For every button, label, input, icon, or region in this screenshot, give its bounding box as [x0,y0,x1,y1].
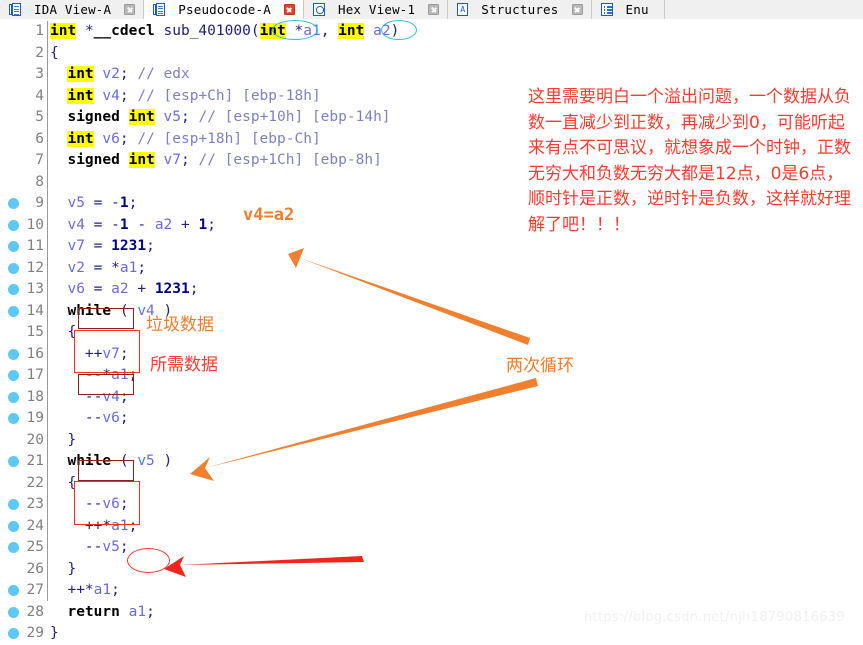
line-number: 12 [26,259,44,276]
line-number: 11 [26,238,44,254]
line-number: 1 [35,23,44,39]
line-number: 27 [26,582,44,598]
line-source: v6 = a2 + 1231; [67,281,199,297]
line-number: 21 [26,453,44,469]
tab-pseudocode-a[interactable]: Pseudocode-A [144,0,304,19]
tab-ida-view-a[interactable]: IDA View-A [0,0,145,19]
line-source: v5 = -1; [67,195,138,211]
line-number: 9 [35,195,44,211]
close-icon[interactable] [124,4,136,15]
line-number: 15 [26,324,44,340]
tab-label: Structures [481,2,559,17]
tab-structures[interactable]: A Structures [448,0,592,19]
line-number: 6 [35,130,44,147]
line-source: ++*a1; [67,582,120,598]
line-number: 16 [26,345,44,362]
close-icon[interactable] [428,4,440,15]
line-source: int *__cdecl sub_401000(int *a1, int a2) [50,23,400,39]
line-source: int v6; // [esp+18h] [ebp-Ch] [67,130,321,147]
tab-bar: IDA View-A Pseudocode-A Hex View-1 A Str… [0,0,863,20]
line-source: while ( v4 ) [67,302,173,319]
tab-label: Pseudocode-A [178,1,271,17]
line-number: 4 [35,87,44,104]
tab-enums[interactable]: Enu [591,0,665,19]
line-source: v7 = 1231; [67,238,155,254]
line-number: 29 [26,625,44,641]
line-source: --v6; [84,496,129,512]
gutter-divider [47,21,48,601]
tab-label: Hex View-1 [337,2,416,17]
line-number: 19 [26,410,44,426]
document-icon [9,3,21,16]
line-source: signed int v5; // [esp+10h] [ebp-14h] [67,109,391,125]
line-source: ++*a1; [84,517,138,534]
line-source: int v4; // [esp+Ch] [ebp-18h] [67,87,321,104]
structures-icon: A [457,3,469,16]
line-number: 28 [26,603,44,620]
enums-icon [600,3,613,16]
document-icon [153,2,166,16]
line-source: int v2; // edx [67,66,190,82]
line-source: while ( v5 ) [67,453,173,469]
hex-view-icon [312,3,325,16]
line-number: 23 [26,496,44,512]
close-icon[interactable] [283,3,295,15]
line-number: 7 [35,152,44,168]
line-source: } [67,431,77,448]
line-source: --*a1; [84,367,138,383]
line-number: 2 [35,44,44,61]
line-source: { [67,324,77,340]
line-number: 26 [26,560,44,577]
line-source: ++v7; [84,345,129,362]
tab-label: Enu [625,2,649,17]
line-source: { [50,44,59,61]
line-number: 5 [35,109,44,125]
line-number: 17 [26,367,44,383]
line-source: signed int v7; // [esp+1Ch] [ebp-8h] [67,152,382,168]
line-number: 20 [26,431,44,448]
line-source: v2 = *a1; [67,259,147,276]
line-number: 13 [26,281,44,297]
line-source: } [50,625,59,641]
line-number: 8 [35,173,44,190]
line-number: 18 [26,388,44,405]
line-source: { [67,474,77,491]
line-number: 24 [26,517,44,534]
line-number: 25 [26,539,44,555]
line-source: --v6; [84,410,129,426]
pseudocode-editor[interactable]: 1 int *__cdecl sub_401000(int *a1, int a2… [0,19,863,641]
line-number: 10 [26,216,44,233]
line-source: --v4; [84,388,129,405]
tab-hex-view-1[interactable]: Hex View-1 [303,0,449,19]
close-icon[interactable] [571,4,583,15]
line-source: } [67,560,77,577]
line-source: v4 = -1 - a2 + 1; [67,216,216,233]
line-source: --v5; [84,539,129,555]
line-number: 3 [35,66,44,82]
line-number: 14 [26,302,44,319]
line-source: return a1; [67,603,155,620]
tab-label: IDA View-A [34,2,112,17]
line-number: 22 [26,474,44,491]
